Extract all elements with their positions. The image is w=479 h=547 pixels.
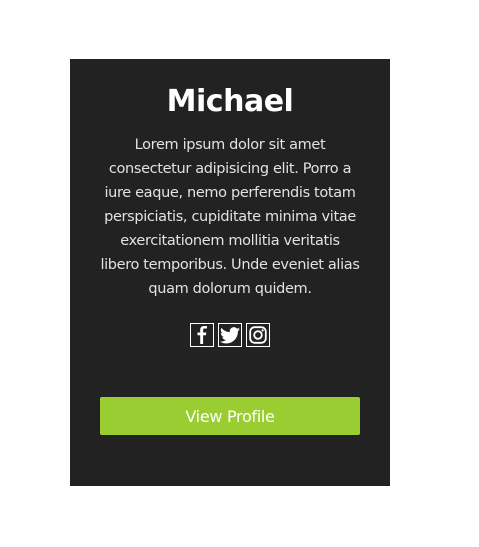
twitter-link[interactable]	[218, 323, 242, 347]
instagram-icon	[249, 326, 267, 344]
instagram-link[interactable]	[246, 323, 270, 347]
facebook-link[interactable]	[190, 323, 214, 347]
profile-name: Michael	[166, 84, 294, 119]
view-profile-button[interactable]: View Profile	[100, 397, 360, 435]
twitter-icon	[220, 326, 240, 343]
profile-bio: Lorem ipsum dolor sit amet consectetur a…	[100, 137, 360, 297]
profile-card: Michael Lorem ipsum dolor sit amet conse…	[70, 59, 390, 486]
facebook-icon	[197, 326, 207, 344]
social-links	[70, 323, 390, 348]
